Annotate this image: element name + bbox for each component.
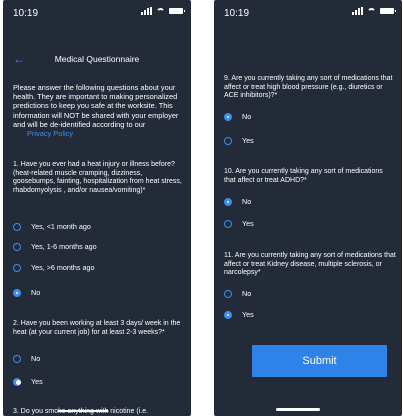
submit-button[interactable]: Submit <box>252 345 387 377</box>
header: ← Medical Questionnaire <box>3 52 191 70</box>
status-bar: 10:19 <box>3 0 191 24</box>
q1-option-2[interactable]: Yes, 1-6 months ago <box>13 242 97 251</box>
radio-selected-icon <box>224 112 232 121</box>
wifi-icon <box>367 7 376 15</box>
right-phone-screen: 10:19 9. Are you currently taking any so… <box>214 0 402 416</box>
q9-option-1[interactable]: No <box>224 112 251 121</box>
privacy-policy-link[interactable]: Privacy Policy <box>27 129 183 138</box>
radio-selected-icon <box>13 288 21 297</box>
status-time: 10:19 <box>224 8 250 19</box>
signal-icon <box>141 7 152 15</box>
question-11-text: 11. Are you currently taking any sort of… <box>224 252 396 277</box>
question-1-text: 1. Have you ever had a heat injury or il… <box>13 161 182 194</box>
status-bar: 10:19 <box>214 0 402 24</box>
status-time: 10:19 <box>13 8 39 19</box>
q9-option-2[interactable]: Yes <box>224 136 254 145</box>
wifi-icon <box>156 7 165 15</box>
q2-option-2[interactable]: Yes <box>13 377 43 386</box>
radio-icon <box>224 136 232 145</box>
intro-text: Please answer the following questions ab… <box>13 83 179 129</box>
q2-option-1[interactable]: No <box>13 354 40 363</box>
left-phone-screen: 10:19 ← Medical Questionnaire Please ans… <box>3 0 191 416</box>
q1-option-1[interactable]: Yes, <1 month ago <box>13 222 91 231</box>
q11-option-2[interactable]: Yes <box>224 310 254 319</box>
battery-icon <box>169 8 185 14</box>
radio-selected-icon <box>224 310 232 319</box>
question-10-text: 10. Are you currently taking any sort of… <box>224 168 383 184</box>
radio-selected-icon <box>224 197 232 206</box>
intro-text-block: Please answer the following questions ab… <box>13 83 183 138</box>
q11-option-1[interactable]: No <box>224 289 251 298</box>
signal-icon <box>352 7 363 15</box>
battery-icon <box>380 8 396 14</box>
page-title: Medical Questionnaire <box>54 54 140 64</box>
radio-icon <box>13 242 21 251</box>
question-3-partial: 3. Do you smoke anything with nicotine (… <box>13 408 149 415</box>
q10-option-1[interactable]: No <box>224 197 251 206</box>
home-indicator <box>276 408 320 411</box>
radio-selected-icon <box>13 377 21 386</box>
radio-icon <box>224 219 232 228</box>
q10-option-2[interactable]: Yes <box>224 219 254 228</box>
q1-option-3[interactable]: Yes, >6 months ago <box>13 263 94 272</box>
radio-icon <box>13 222 21 231</box>
question-9-text: 9. Are you currently taking any sort of … <box>224 75 393 100</box>
radio-icon <box>224 289 232 298</box>
q1-option-4[interactable]: No <box>13 288 40 297</box>
radio-icon <box>13 263 21 272</box>
question-2-text: 2. Have you been working at least 3 days… <box>13 320 181 336</box>
radio-icon <box>13 354 21 363</box>
